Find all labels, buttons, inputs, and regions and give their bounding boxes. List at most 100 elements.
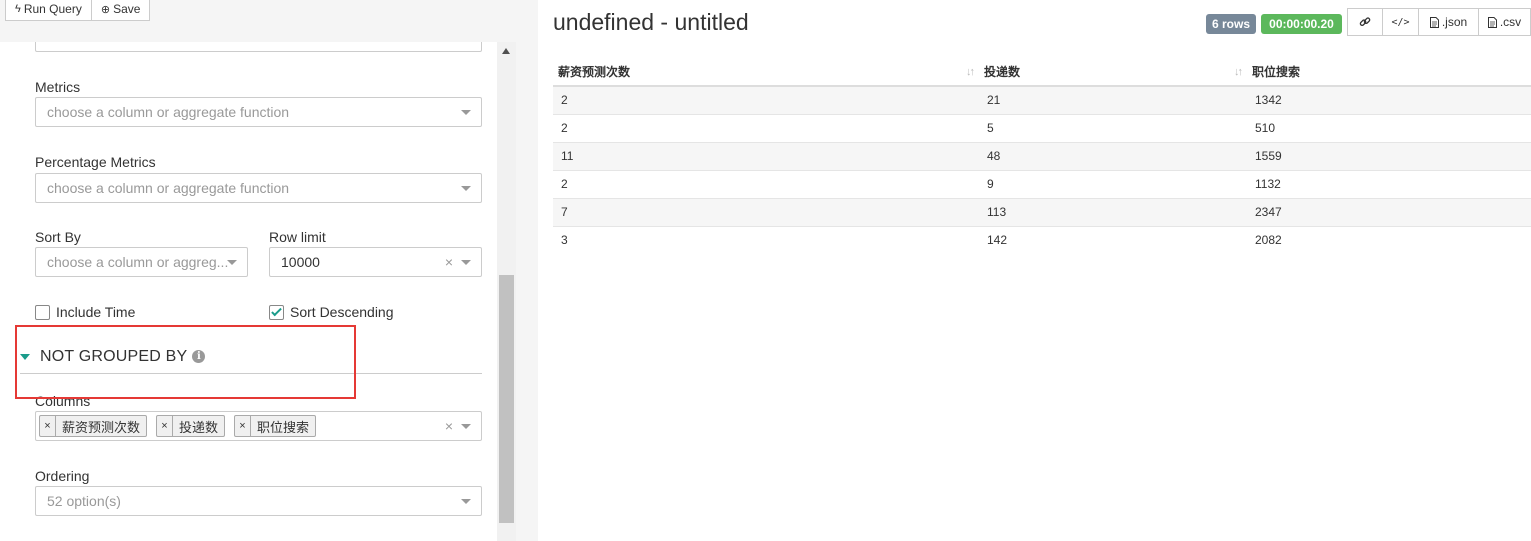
percentage-metrics-placeholder: choose a column or aggregate function	[47, 180, 290, 196]
chevron-down-icon	[461, 260, 471, 265]
table-row: 11 48 1559	[553, 141, 1531, 170]
scroll-up-icon[interactable]	[502, 48, 510, 54]
export-json-button[interactable]: .json	[1419, 8, 1479, 36]
code-icon: </>	[1391, 16, 1410, 28]
annotation-highlight-box	[15, 325, 356, 399]
table-row: 2 5 510	[553, 113, 1531, 142]
table-cell: 2347	[1247, 197, 1531, 226]
chevron-down-icon	[227, 260, 237, 265]
column-tag: × 职位搜索	[234, 415, 317, 437]
table-cell: 2	[553, 85, 979, 114]
export-csv-button[interactable]: .csv	[1479, 8, 1531, 36]
metrics-label: Metrics	[35, 79, 81, 95]
form-scrollbar[interactable]	[497, 42, 516, 541]
share-link-button[interactable]	[1347, 8, 1383, 36]
query-timer-badge: 00:00:00.20	[1261, 14, 1342, 34]
table-cell: 9	[979, 169, 1247, 198]
column-header[interactable]: 投递数 ↓↑	[979, 58, 1247, 87]
sort-icon[interactable]: ↓↑	[966, 66, 975, 78]
column-header-label: 薪资预测次数	[558, 65, 631, 79]
metrics-select[interactable]: choose a column or aggregate function	[35, 97, 482, 127]
sort-by-placeholder: choose a column or aggreg...	[47, 254, 229, 270]
link-icon	[1359, 17, 1371, 27]
remove-tag-icon[interactable]: ×	[40, 416, 56, 436]
table-cell: 113	[979, 197, 1247, 226]
table-cell: 2	[553, 169, 979, 198]
percentage-metrics-select[interactable]: choose a column or aggregate function	[35, 173, 482, 203]
column-header[interactable]: 薪资预测次数 ↓↑	[553, 58, 979, 87]
row-limit-label: Row limit	[269, 229, 326, 245]
control-panel: ϟ Run Query ⊕ Save Metrics choose a colu…	[0, 0, 538, 541]
chevron-down-icon	[461, 424, 471, 429]
table-cell: 21	[979, 85, 1247, 114]
table-row: 3 142 2082	[553, 225, 1531, 254]
clear-icon[interactable]: ×	[445, 418, 453, 434]
percentage-metrics-label: Percentage Metrics	[35, 154, 156, 170]
sort-by-select[interactable]: choose a column or aggreg...	[35, 247, 248, 277]
result-table: 薪资预测次数 ↓↑ 投递数 ↓↑ 职位搜索 2 21 1342 2 5 510 11 48 15…	[553, 58, 1531, 254]
ordering-label: Ordering	[35, 468, 90, 484]
run-query-button[interactable]: ϟ Run Query	[5, 0, 92, 21]
save-button[interactable]: ⊕ Save	[91, 0, 151, 21]
file-icon	[1487, 16, 1497, 28]
sort-icon[interactable]: ↓↑	[1234, 66, 1243, 78]
table-row: 2 9 1132	[553, 169, 1531, 198]
table-cell: 1342	[1247, 85, 1531, 114]
ordering-placeholder: 52 option(s)	[47, 493, 121, 509]
scrollbar-thumb[interactable]	[499, 275, 514, 523]
column-tag: × 薪资预测次数	[39, 415, 148, 437]
row-limit-select[interactable]: 10000 ×	[269, 247, 482, 277]
column-header-label: 投递数	[984, 65, 1021, 79]
chevron-down-icon	[461, 499, 471, 504]
sort-by-label: Sort By	[35, 229, 81, 245]
scrolled-select[interactable]	[35, 42, 482, 52]
table-cell: 5	[979, 113, 1247, 142]
embed-code-button[interactable]: </>	[1383, 8, 1419, 36]
column-tag-label: 投递数	[179, 419, 219, 435]
metrics-placeholder: choose a column or aggregate function	[47, 104, 290, 120]
export-csv-label: .csv	[1499, 15, 1522, 29]
sort-descending-label: Sort Descending	[290, 304, 394, 320]
table-cell: 7	[553, 197, 979, 226]
include-time-toggle[interactable]: Include Time	[35, 304, 135, 320]
include-time-label: Include Time	[56, 304, 136, 320]
run-query-label: Run Query	[23, 2, 82, 16]
column-tag-label: 职位搜索	[257, 419, 310, 435]
table-cell: 2	[553, 113, 979, 142]
ordering-select[interactable]: 52 option(s)	[35, 486, 482, 516]
export-json-label: .json	[1441, 15, 1468, 29]
query-toolbar: ϟ Run Query ⊕ Save	[5, 0, 151, 21]
column-header[interactable]: 职位搜索	[1247, 58, 1531, 87]
table-cell: 2082	[1247, 225, 1531, 254]
table-cell: 3	[553, 225, 979, 254]
save-label: Save	[113, 2, 141, 16]
row-count-badge: 6 rows	[1206, 14, 1256, 34]
chevron-down-icon	[461, 110, 471, 115]
clear-icon[interactable]: ×	[445, 254, 453, 270]
result-title: undefined - untitled	[553, 9, 749, 35]
chevron-down-icon	[461, 186, 471, 191]
column-header-label: 职位搜索	[1252, 65, 1301, 79]
column-tag-label: 薪资预测次数	[62, 419, 141, 435]
sort-descending-toggle[interactable]: Sort Descending	[269, 304, 394, 320]
columns-multiselect[interactable]: × 薪资预测次数 × 投递数 × 职位搜索 ×	[35, 411, 482, 441]
table-cell: 142	[979, 225, 1247, 254]
row-limit-value: 10000	[281, 254, 320, 270]
export-button-group: </> .json .csv	[1347, 8, 1531, 36]
table-row: 7 113 2347	[553, 197, 1531, 226]
include-time-checkbox[interactable]	[35, 304, 50, 320]
bolt-icon: ϟ	[15, 3, 21, 15]
table-cell: 1559	[1247, 141, 1531, 170]
table-cell: 510	[1247, 113, 1531, 142]
plus-circle-icon: ⊕	[100, 3, 111, 16]
checkmark-icon	[271, 305, 282, 316]
remove-tag-icon[interactable]: ×	[157, 416, 173, 436]
remove-tag-icon[interactable]: ×	[235, 416, 251, 436]
column-tag: × 投递数	[156, 415, 226, 437]
table-cell: 11	[553, 141, 979, 170]
file-icon	[1429, 16, 1439, 28]
sort-descending-checkbox[interactable]	[269, 304, 284, 320]
table-cell: 48	[979, 141, 1247, 170]
query-form: Metrics choose a column or aggregate fun…	[0, 42, 497, 541]
table-cell: 1132	[1247, 169, 1531, 198]
